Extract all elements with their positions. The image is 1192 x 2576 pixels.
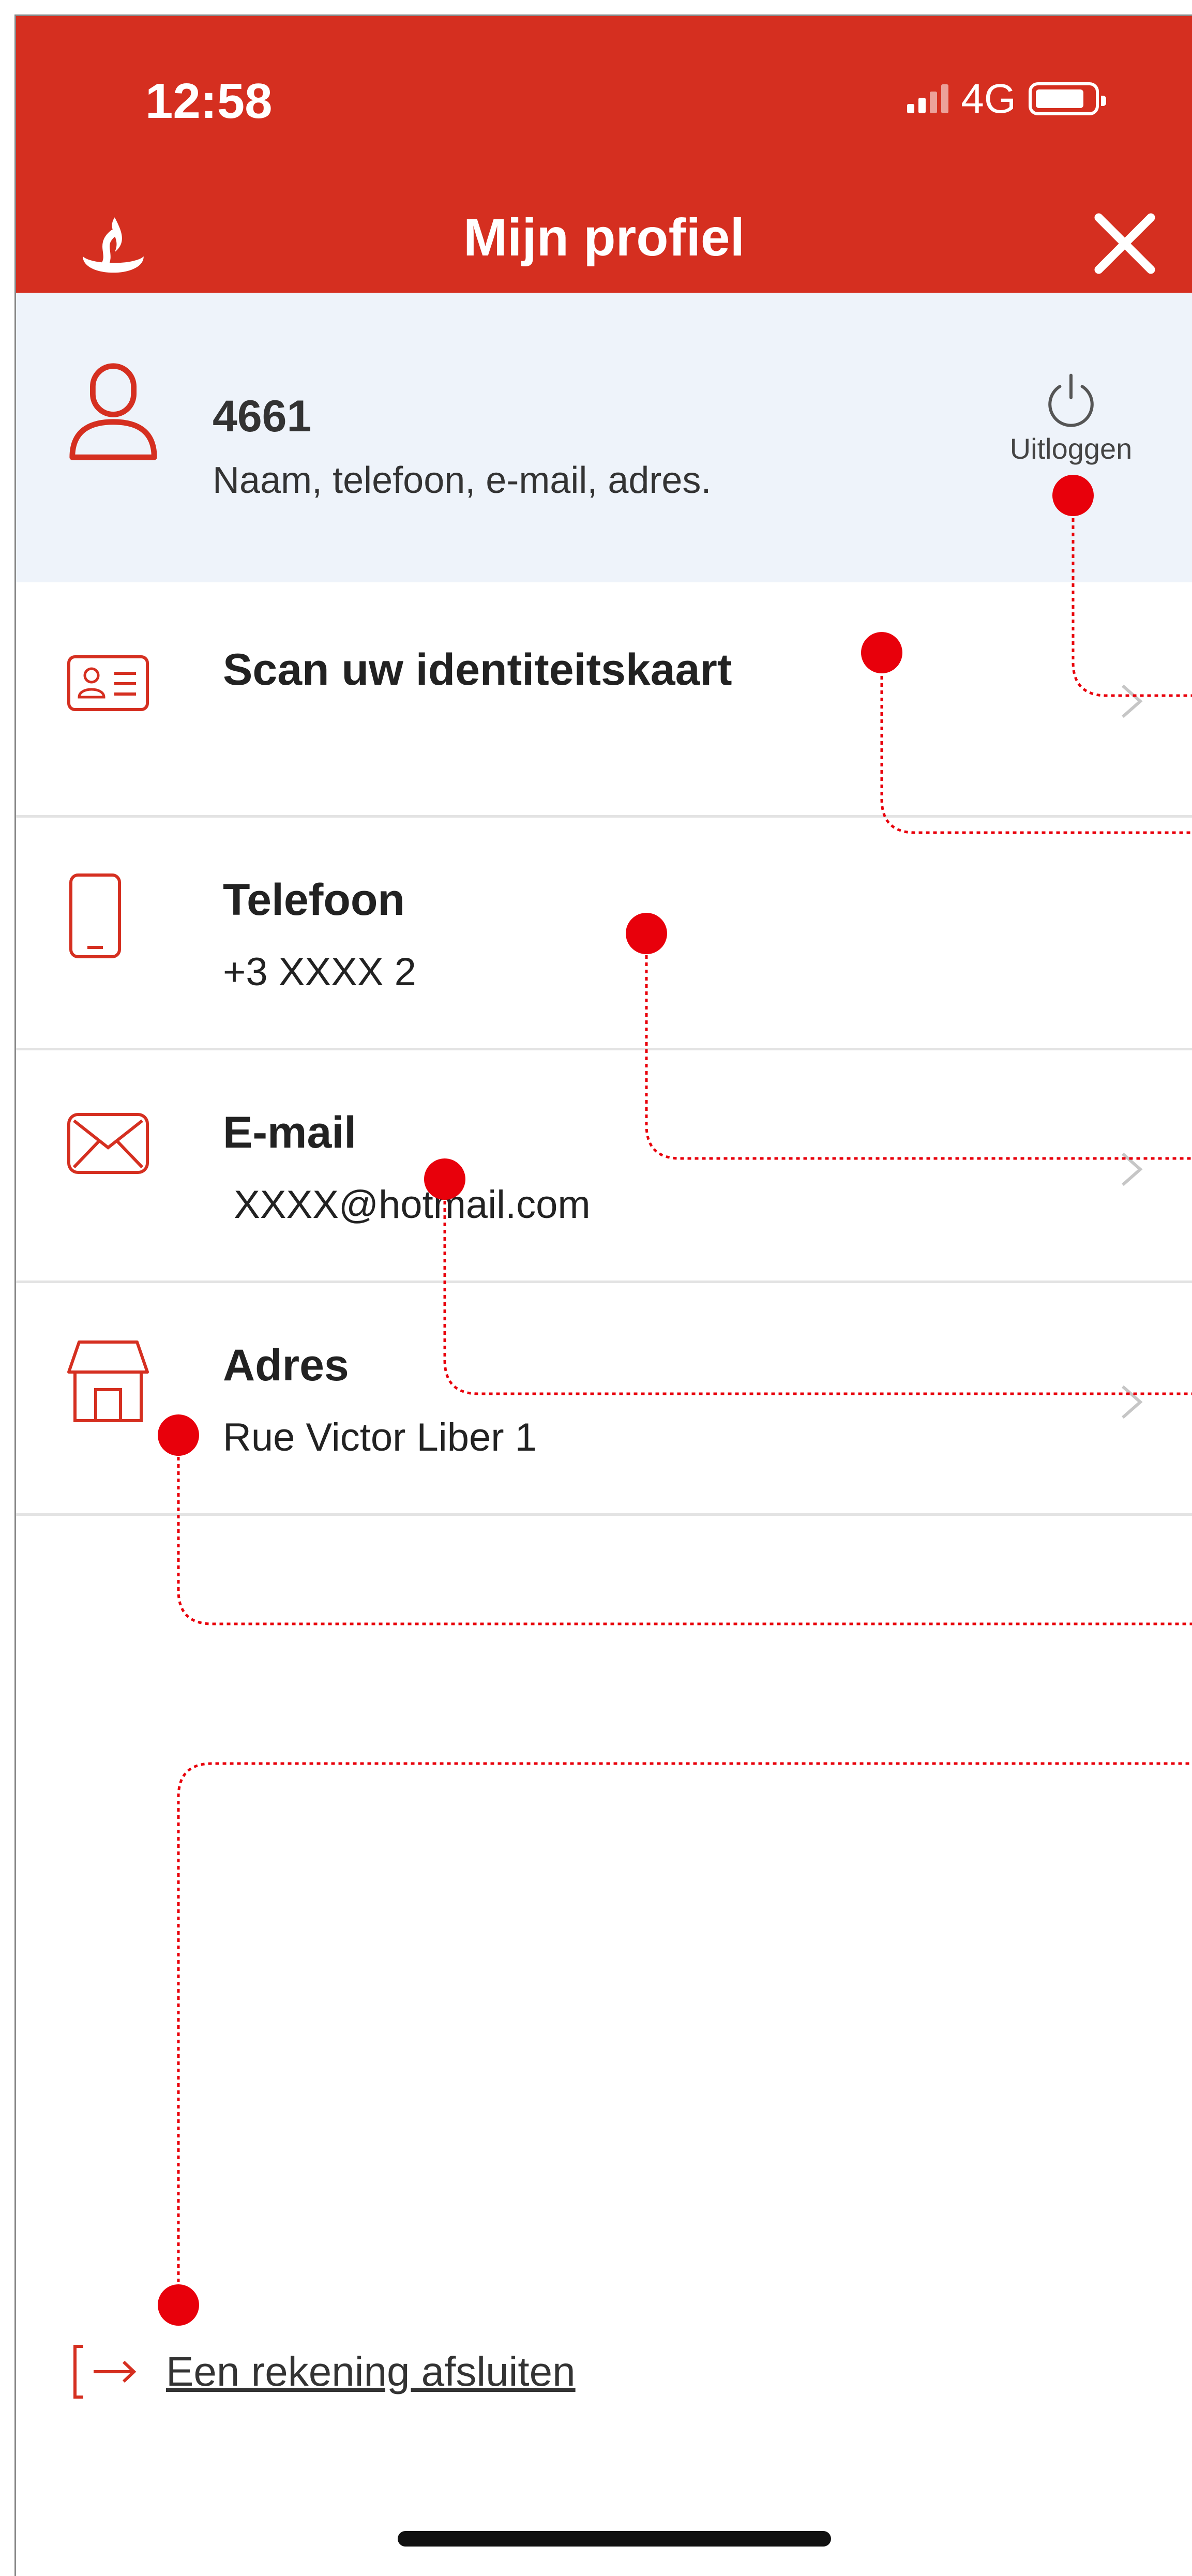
status-indicators: 4G	[907, 73, 1106, 125]
profile-number: 4661	[213, 391, 312, 441]
home-indicator[interactable]	[398, 2531, 831, 2547]
close-account-link[interactable]: Een rekening afsluiten	[68, 2343, 576, 2400]
phone-icon	[69, 873, 121, 958]
menu-item-title: E-mail	[223, 1108, 357, 1157]
chevron-right-icon	[1122, 1152, 1143, 1186]
menu-item-title: Scan uw identiteitskaart	[223, 645, 732, 695]
power-icon	[1048, 373, 1094, 427]
chevron-right-icon	[1122, 684, 1143, 718]
profile-subtitle: Naam, telefoon, e-mail, adres.	[213, 460, 712, 501]
user-icon	[69, 363, 157, 460]
menu-item-telefoon[interactable]: Telefoon +3 XXXX 2	[16, 815, 1192, 1050]
menu-item-title: Telefoon	[223, 875, 405, 925]
menu-item-adres[interactable]: Adres Rue Victor Liber 1	[16, 1281, 1192, 1516]
menu-item-title: Adres	[223, 1340, 349, 1390]
chevron-right-icon	[1122, 1385, 1143, 1419]
home-icon	[67, 1340, 149, 1422]
battery-icon	[1029, 82, 1106, 115]
menu-item-value: XXXX@hotmail.com	[223, 1183, 591, 1227]
logout-label: Uitloggen	[1009, 432, 1133, 465]
menu-item-value: +3 XXXX 2	[223, 950, 416, 994]
network-label: 4G	[961, 76, 1016, 122]
close-account-label: Een rekening afsluiten	[166, 2348, 576, 2394]
app-screen: 12:58 4G Mijn profiel 4661 Naam, telefoo…	[14, 14, 1192, 2576]
mail-icon	[67, 1113, 149, 1174]
menu-item-scan-id[interactable]: Scan uw identiteitskaart	[16, 582, 1192, 818]
exit-arrow-icon	[73, 2345, 137, 2399]
profile-card[interactable]: 4661 Naam, telefoon, e-mail, adres. Uitl…	[16, 293, 1192, 582]
close-icon[interactable]	[1078, 197, 1171, 290]
page-title: Mijn profiel	[463, 208, 745, 267]
status-time: 12:58	[145, 73, 273, 129]
signal-icon	[907, 84, 949, 113]
menu-item-email[interactable]: E-mail XXXX@hotmail.com	[16, 1048, 1192, 1283]
app-header: 12:58 4G Mijn profiel	[16, 16, 1192, 293]
menu-item-value: Rue Victor Liber 1	[223, 1415, 537, 1459]
logout-button[interactable]: Uitloggen	[993, 370, 1149, 465]
id-card-icon	[67, 655, 149, 711]
